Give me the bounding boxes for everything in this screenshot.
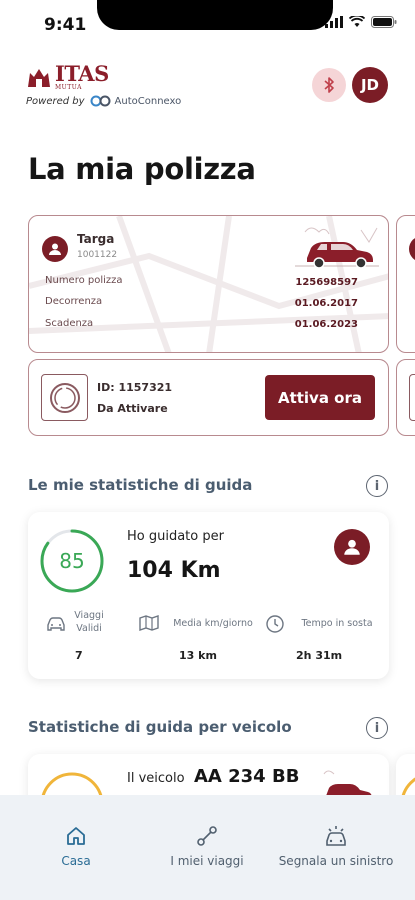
partner-name: AutoConnexo [114, 95, 182, 107]
policy-card[interactable]: Targa 1001122 Numero polizza 125698597 D… [28, 215, 389, 353]
page-title: La mia polizza [28, 152, 256, 186]
valid-trips-value: 7 [75, 649, 83, 662]
parked-time-value: 2h 31m [296, 649, 343, 662]
user-icon [334, 529, 370, 565]
bottom-navigation: Casa I miei viaggi Segnala un sinistro [0, 795, 415, 900]
bluetooth-button[interactable] [312, 68, 346, 102]
plate-code: 1001122 [77, 250, 118, 260]
info-icon[interactable]: i [366, 475, 388, 497]
activate-now-button[interactable]: Attiva ora [265, 375, 375, 420]
route-icon [197, 826, 217, 846]
distance-label: Ho guidato per [127, 529, 224, 544]
car-illustration-icon [295, 227, 379, 269]
autoconnexo-logo-icon [90, 95, 111, 107]
nav-home[interactable]: Casa [34, 795, 118, 885]
user-icon [42, 236, 68, 262]
status-bar: 9:41 [0, 0, 415, 44]
nav-report-claim-label: Segnala un sinistro [278, 854, 394, 868]
map-icon [139, 615, 159, 631]
car-icon [47, 617, 65, 631]
plate-label: Targa [77, 232, 115, 246]
brand-logo: ITAS MUTUA Powered by AutoConnexo [26, 61, 216, 116]
driving-stats-card[interactable]: 85 Ho guidato per 104 Km Viaggi Validi 7… [28, 512, 389, 679]
distance-value: 104 Km [127, 558, 221, 583]
home-icon [67, 827, 85, 845]
nav-trips[interactable]: I miei viaggi [160, 795, 254, 885]
start-date-value: 01.06.2017 [294, 298, 358, 309]
avg-km-label: Media km/giorno [173, 618, 253, 629]
battery-icon [371, 16, 397, 28]
start-date-label: Decorrenza [45, 296, 103, 307]
vehicle-plate: AA 234 BB [194, 766, 300, 787]
device-icon [41, 374, 88, 421]
vehicle-label: Il veicolo [127, 771, 185, 786]
powered-by-label: Powered by [26, 95, 85, 107]
info-icon[interactable]: i [366, 717, 388, 739]
profile-avatar[interactable]: JD [352, 67, 388, 103]
signal-icon [325, 16, 343, 28]
avg-km-value: 13 km [179, 649, 217, 662]
bluetooth-icon [324, 77, 334, 93]
nav-home-label: Casa [61, 854, 91, 868]
nav-trips-label: I miei viaggi [170, 854, 244, 868]
brand-name: ITAS [55, 61, 109, 86]
notch [97, 0, 333, 30]
driving-stats-title: Le mie statistiche di guida [28, 476, 253, 494]
vehicle-stats-title: Statistiche di guida per veicolo [28, 718, 292, 736]
nav-report-claim[interactable]: Segnala un sinistro [272, 795, 400, 885]
device-status: Da Attivare [97, 402, 168, 415]
device-activation-card: ID: 1157321 Da Attivare Attiva ora [28, 359, 389, 436]
status-icons [325, 16, 397, 28]
parked-time-label: Tempo in sosta [301, 618, 373, 629]
next-device-card-peek[interactable] [396, 359, 415, 436]
status-time: 9:41 [44, 15, 87, 35]
itas-emblem-icon [28, 68, 50, 87]
next-policy-card-peek[interactable] [396, 215, 415, 353]
crash-icon [326, 826, 346, 846]
expiry-date-value: 01.06.2023 [294, 319, 358, 330]
policy-number-value: 125698597 [295, 277, 358, 288]
policy-number-label: Numero polizza [45, 275, 123, 286]
device-id: ID: 1157321 [97, 381, 173, 394]
driving-score: 85 [59, 549, 85, 573]
expiry-date-label: Scadenza [45, 318, 94, 329]
valid-trips-label: Viaggi Validi [74, 610, 104, 634]
wifi-icon [349, 16, 365, 27]
clock-icon [266, 615, 284, 633]
